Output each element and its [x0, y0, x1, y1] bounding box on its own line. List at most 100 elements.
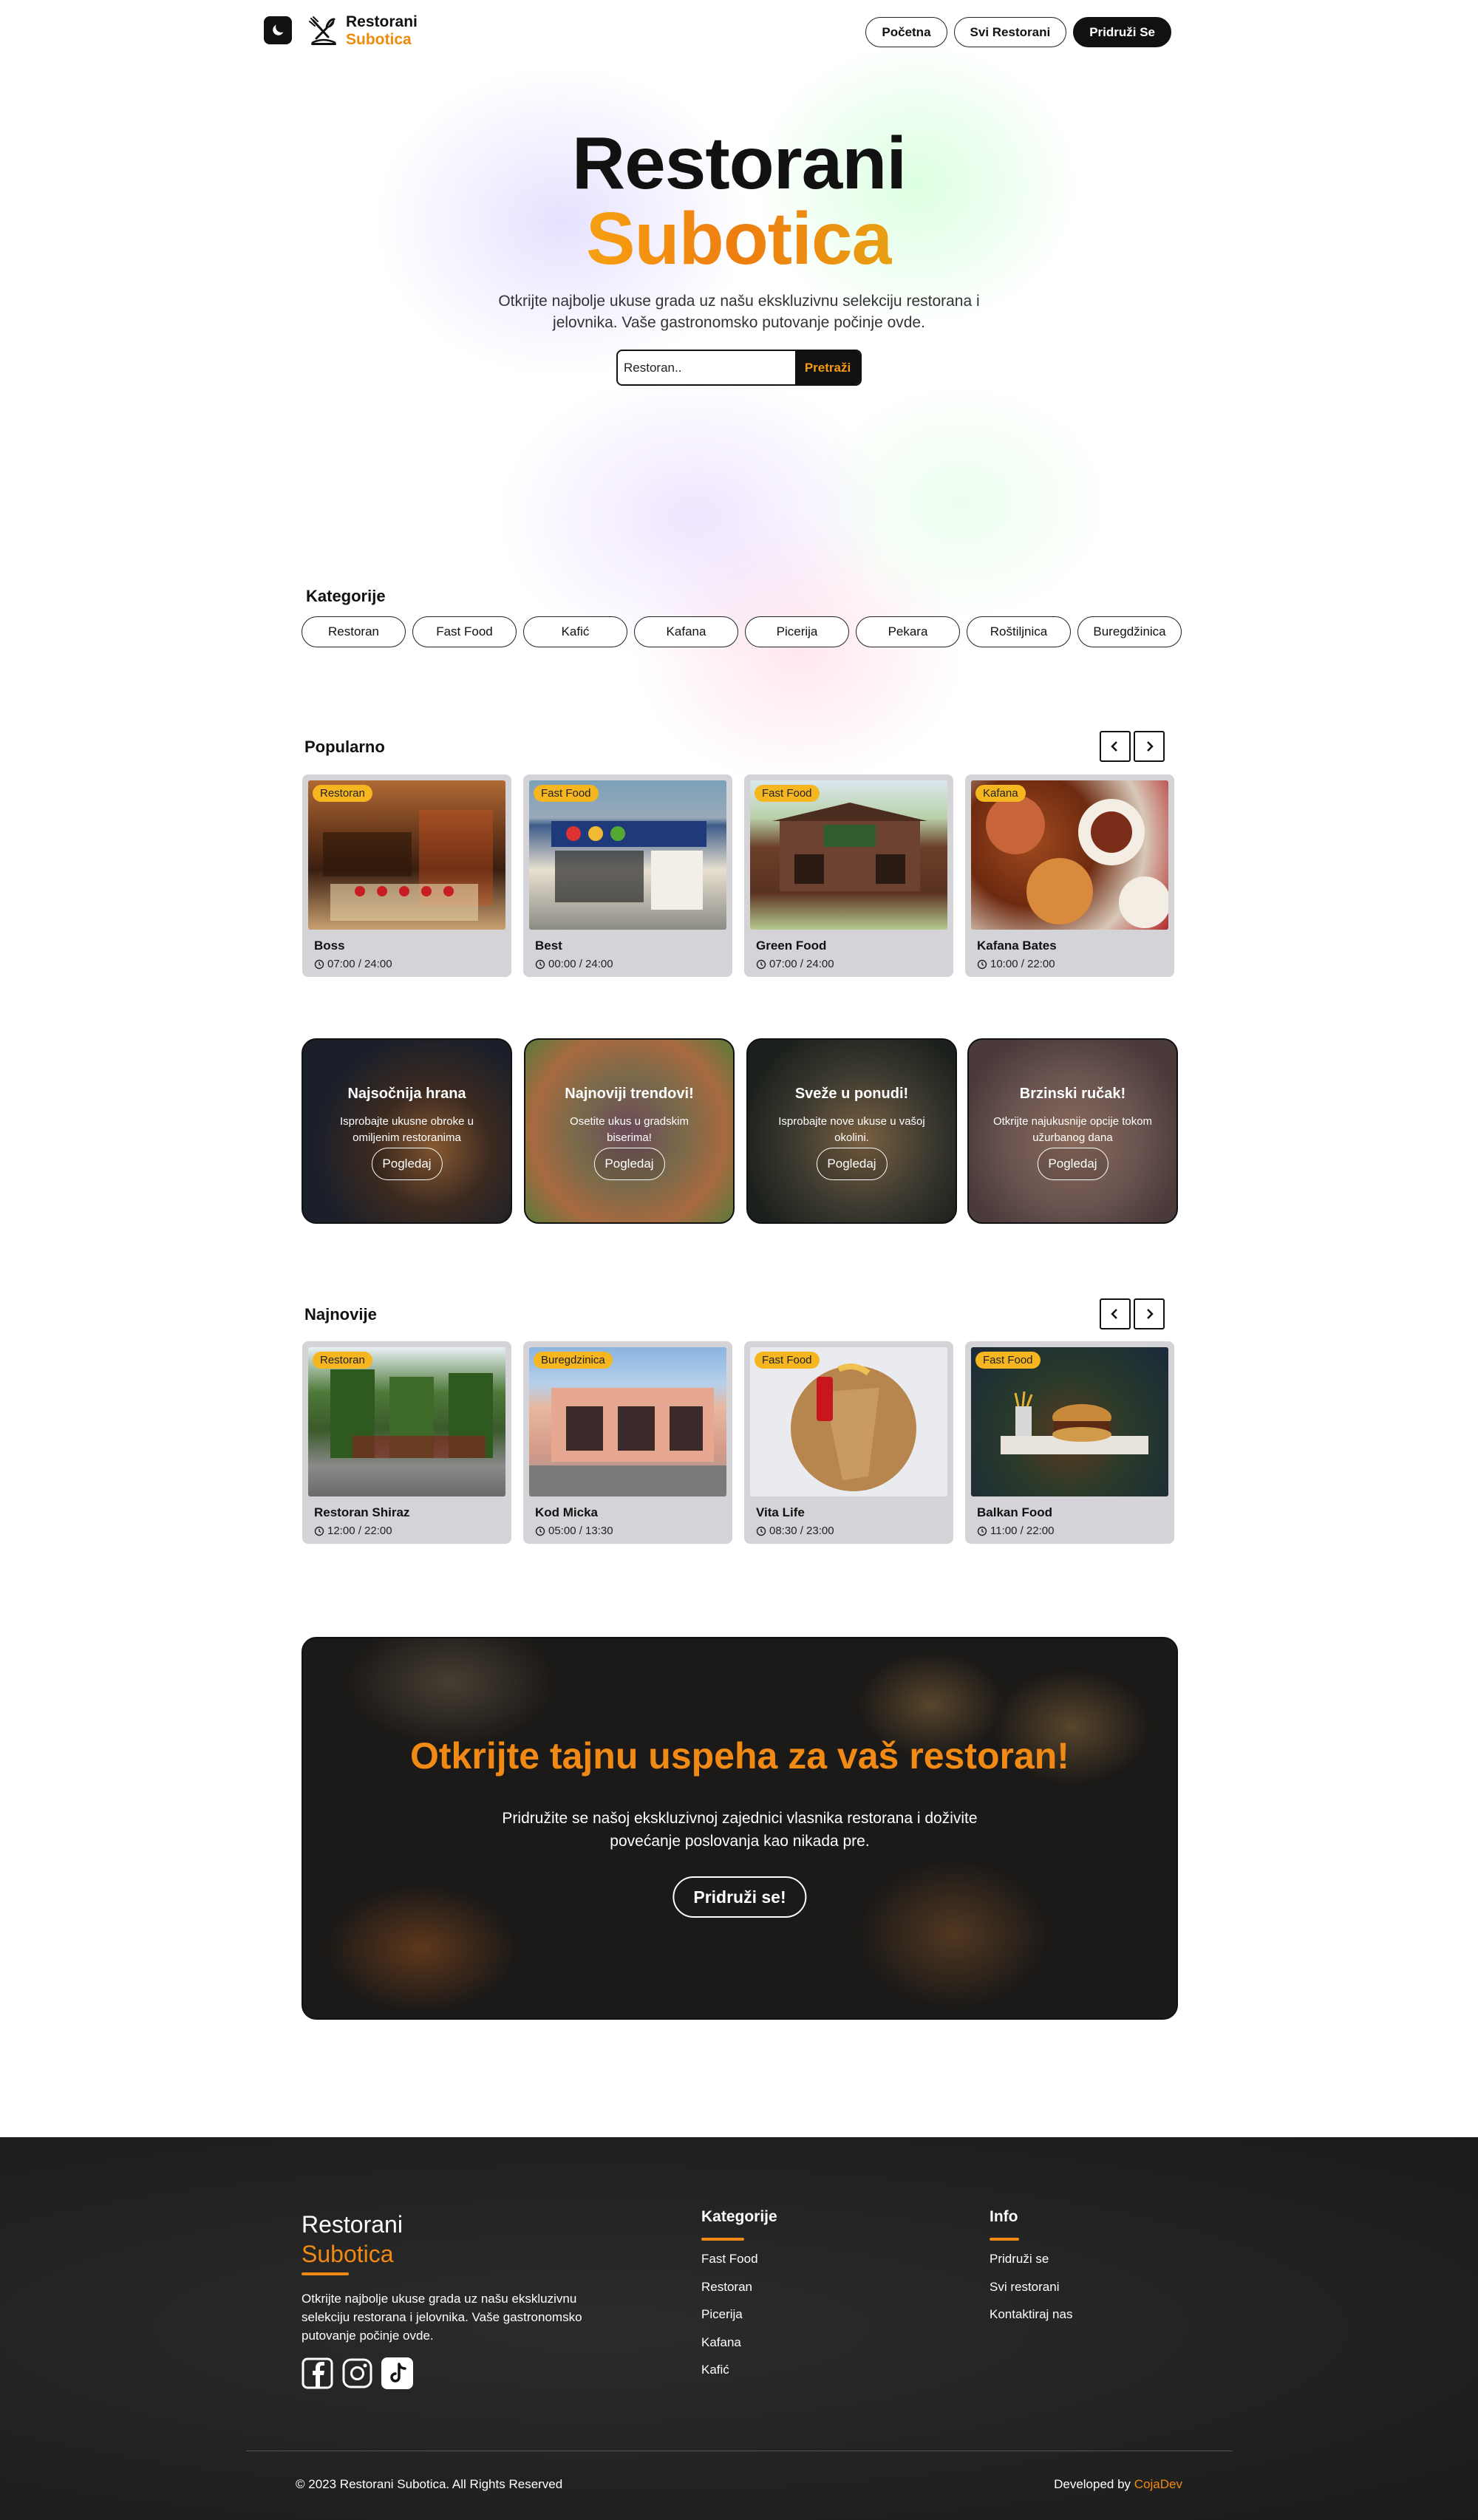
- developer-link[interactable]: CojaDev: [1134, 2477, 1182, 2491]
- popular-next-button[interactable]: [1134, 731, 1165, 762]
- categories-title: Kategorije: [306, 587, 386, 605]
- chevron-left-icon: [1111, 1309, 1117, 1319]
- clock-icon: [535, 1526, 545, 1536]
- restaurant-card[interactable]: Fast Food Balkan Food 11:00 / 22:00: [965, 1341, 1174, 1544]
- join-cta-banner: Otkrijte tajnu uspeha za vaš restoran! P…: [302, 1637, 1178, 2020]
- restaurant-card[interactable]: Fast Food Green Food 07:00 / 24:00: [744, 774, 953, 977]
- restaurant-name: Boss: [314, 939, 345, 953]
- promo-description: Isprobajte nove ukuse u vašoj okolini.: [778, 1115, 925, 1144]
- developer-prefix: Developed by: [1054, 2477, 1131, 2491]
- search-input[interactable]: [618, 351, 795, 384]
- latest-title: Najnovije: [304, 1305, 377, 1324]
- opening-hours: 05:00 / 13:30: [535, 1525, 613, 1537]
- promo-title: Sveže u ponudi!: [794, 1086, 909, 1102]
- promo-card[interactable]: Brzinski ručak! Otkrijte najukusnije opc…: [967, 1038, 1178, 1224]
- opening-hours: 08:30 / 23:00: [756, 1525, 834, 1537]
- category-chip-fast-food[interactable]: Fast Food: [412, 616, 517, 647]
- category-tag: Fast Food: [755, 785, 820, 802]
- promo-view-button[interactable]: Pogledaj: [593, 1148, 665, 1180]
- nav-join-button[interactable]: Pridruži Se: [1073, 17, 1171, 47]
- hero-title: Restorani Subotica: [0, 126, 1478, 276]
- category-chip-kafana[interactable]: Kafana: [634, 616, 738, 647]
- category-tag: Fast Food: [975, 1352, 1041, 1369]
- category-tag: Restoran: [313, 785, 372, 802]
- restaurant-card[interactable]: Buregdzinica Kod Micka 05:00 / 13:30: [523, 1341, 732, 1544]
- footer-link-join[interactable]: Pridruži se: [990, 2252, 1049, 2267]
- category-chip-pekara[interactable]: Pekara: [856, 616, 960, 647]
- promo-description: Isprobajte ukusne obroke u omiljenim res…: [340, 1115, 474, 1144]
- latest-carousel-controls: [1100, 1298, 1165, 1329]
- promo-card[interactable]: Sveže u ponudi! Isprobajte nove ukuse u …: [746, 1038, 957, 1224]
- promo-title: Najsočnija hrana: [347, 1086, 466, 1102]
- theme-toggle-button[interactable]: [264, 16, 292, 44]
- restaurant-card[interactable]: Restoran Restoran Shiraz 12:00 / 22:00: [302, 1341, 511, 1544]
- footer-link-picerija[interactable]: Picerija: [701, 2307, 743, 2322]
- category-chip-kafic[interactable]: Kafić: [523, 616, 627, 647]
- footer-link-fast-food[interactable]: Fast Food: [701, 2252, 758, 2267]
- hero-title-line-1: Restorani: [571, 122, 907, 205]
- chevron-left-icon: [1111, 741, 1117, 752]
- facebook-icon[interactable]: [302, 2357, 333, 2389]
- clock-icon: [977, 1526, 987, 1536]
- restaurant-photo: [971, 1347, 1168, 1496]
- restaurant-name: Vita Life: [756, 1505, 805, 1519]
- restaurant-card[interactable]: Restoran Boss 07:00 / 24:00: [302, 774, 511, 977]
- restaurant-name: Restoran Shiraz: [314, 1505, 410, 1519]
- promo-description: Osetite ukus u gradskim biserima!: [570, 1115, 689, 1144]
- hero-title-line-2: Subotica: [585, 197, 893, 280]
- footer-link-restoran[interactable]: Restoran: [701, 2280, 752, 2295]
- restaurant-photo: [308, 780, 505, 930]
- latest-prev-button[interactable]: [1100, 1298, 1131, 1329]
- opening-hours-text: 07:00 / 24:00: [769, 958, 834, 970]
- clock-icon: [314, 959, 324, 969]
- search-button[interactable]: Pretraži: [795, 351, 860, 384]
- promo-view-button[interactable]: Pogledaj: [816, 1148, 888, 1180]
- footer-developer-credit: Developed by CojaDev: [1054, 2477, 1182, 2492]
- promo-view-button[interactable]: Pogledaj: [1037, 1148, 1108, 1180]
- instagram-icon[interactable]: [341, 2357, 373, 2389]
- popular-prev-button[interactable]: [1100, 731, 1131, 762]
- category-chip-picerija[interactable]: Picerija: [745, 616, 849, 647]
- cta-title: Otkrijte tajnu uspeha za vaš restoran!: [410, 1735, 1069, 1777]
- restaurant-card[interactable]: Fast Food Vita Life 08:30 / 23:00: [744, 1341, 953, 1544]
- opening-hours-text: 00:00 / 24:00: [548, 958, 613, 970]
- category-chip-restoran[interactable]: Restoran: [302, 616, 406, 647]
- footer-info-underline: [990, 2238, 1019, 2241]
- latest-next-button[interactable]: [1134, 1298, 1165, 1329]
- clock-icon: [977, 959, 987, 969]
- restaurant-name: Kod Micka: [535, 1505, 599, 1519]
- opening-hours: 07:00 / 24:00: [314, 958, 392, 970]
- restaurant-card[interactable]: Kafana Kafana Bates 10:00 / 22:00: [965, 774, 1174, 977]
- category-chips: Restoran Fast Food Kafić Kafana Picerija…: [302, 616, 1182, 647]
- footer-link-kafic[interactable]: Kafić: [701, 2363, 729, 2377]
- logo-line-2: Subotica: [346, 31, 412, 48]
- clock-icon: [756, 1526, 766, 1536]
- promo-view-button[interactable]: Pogledaj: [371, 1148, 443, 1180]
- cta-description: Pridružite se našoj ekskluzivnoj zajedni…: [502, 1810, 978, 1850]
- restaurant-photo: [971, 780, 1168, 930]
- footer-link-contact[interactable]: Kontaktiraj nas: [990, 2307, 1072, 2322]
- tiktok-icon[interactable]: [381, 2357, 413, 2389]
- opening-hours: 11:00 / 22:00: [977, 1525, 1054, 1537]
- promo-card[interactable]: Najsočnija hrana Isprobajte ukusne obrok…: [302, 1038, 512, 1224]
- footer-link-all-restaurants[interactable]: Svi restorani: [990, 2280, 1059, 2295]
- opening-hours-text: 11:00 / 22:00: [990, 1525, 1055, 1537]
- category-tag: Kafana: [975, 785, 1026, 802]
- promo-card[interactable]: Najnoviji trendovi! Osetite ukus u grads…: [524, 1038, 735, 1224]
- footer-brand-line-2: Subotica: [302, 2241, 394, 2267]
- search-bar: Pretraži: [616, 350, 862, 386]
- popular-carousel-controls: [1100, 731, 1165, 762]
- cta-join-button[interactable]: Pridruži se!: [672, 1876, 807, 1918]
- category-chip-rostiljnica[interactable]: Roštiljnica: [967, 616, 1071, 647]
- footer-brand-underline: [302, 2272, 349, 2275]
- clock-icon: [756, 959, 766, 969]
- footer-link-kafana[interactable]: Kafana: [701, 2335, 741, 2350]
- opening-hours: 07:00 / 24:00: [756, 958, 834, 970]
- nav-all-restaurants-button[interactable]: Svi Restorani: [953, 17, 1067, 47]
- category-chip-buregdzinica[interactable]: Buregdžinica: [1077, 616, 1182, 647]
- opening-hours-text: 05:00 / 13:30: [548, 1525, 613, 1537]
- opening-hours: 00:00 / 24:00: [535, 958, 613, 970]
- nav-home-button[interactable]: Početna: [865, 17, 947, 47]
- site-logo[interactable]: Restorani Subotica: [309, 13, 418, 49]
- restaurant-card[interactable]: Fast Food Best 00:00 / 24:00: [523, 774, 732, 977]
